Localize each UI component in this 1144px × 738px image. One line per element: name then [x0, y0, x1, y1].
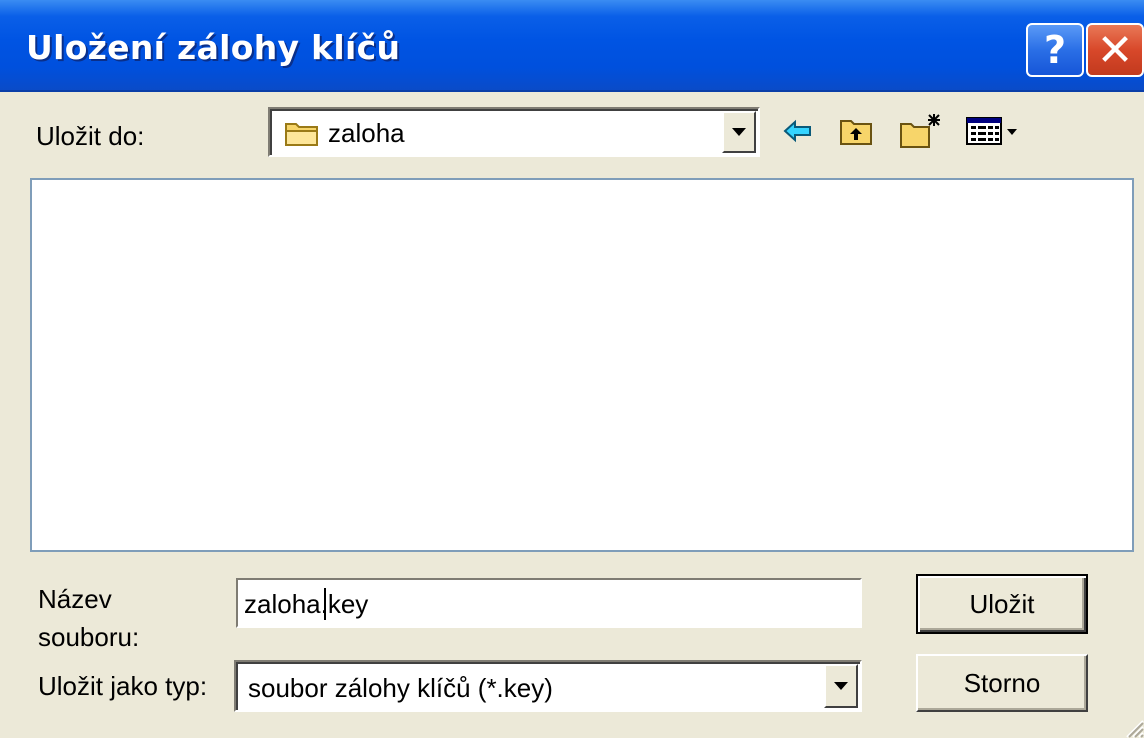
title-bar[interactable]: Uložení zálohy klíčů ? ✕ [0, 0, 1144, 92]
save-in-dropdown-button[interactable] [722, 111, 756, 153]
filename-input[interactable]: zaloha.key [236, 578, 862, 628]
save-in-dropdown[interactable]: zaloha [268, 107, 760, 157]
resize-grip-icon[interactable] [1122, 716, 1144, 738]
close-button[interactable]: ✕ [1086, 23, 1144, 77]
help-icon: ? [1043, 28, 1067, 72]
dialog-title: Uložení zálohy klíčů [26, 28, 401, 67]
filename-text-before-caret: zaloha [244, 589, 321, 619]
folder-icon [284, 118, 320, 153]
filetype-label: Uložit jako typ: [38, 671, 208, 701]
help-button[interactable]: ? [1026, 23, 1084, 77]
filetype-value: soubor zálohy klíčů (*.key) [248, 673, 553, 703]
filename-label-line1: Název [38, 584, 112, 614]
new-folder-button[interactable] [894, 113, 948, 153]
back-button[interactable] [778, 113, 818, 153]
cancel-button[interactable]: Storno [916, 654, 1088, 712]
up-folder-button[interactable] [834, 113, 878, 153]
chevron-down-icon [732, 128, 746, 136]
filename-label-line2: souboru: [38, 622, 140, 652]
view-menu-button[interactable] [962, 113, 1032, 153]
filetype-dropdown-button[interactable] [824, 664, 858, 708]
filetype-dropdown[interactable]: soubor zálohy klíčů (*.key) [234, 660, 862, 712]
save-in-label: Uložit do: [36, 121, 145, 151]
save-button[interactable]: Uložit [916, 574, 1088, 634]
view-menu-icon [965, 115, 1029, 152]
file-list[interactable] [30, 178, 1134, 552]
back-arrow-icon [783, 119, 813, 148]
text-caret [324, 588, 326, 620]
filename-text-after-caret: .key [320, 589, 369, 619]
save-in-value: zaloha [328, 118, 405, 148]
chevron-down-icon [834, 682, 848, 690]
save-dialog: Uložení zálohy klíčů ? ✕ Uložit do: zalo… [0, 0, 1144, 738]
up-folder-icon [838, 115, 874, 152]
new-folder-icon [898, 112, 944, 155]
close-icon: ✕ [1096, 24, 1134, 76]
